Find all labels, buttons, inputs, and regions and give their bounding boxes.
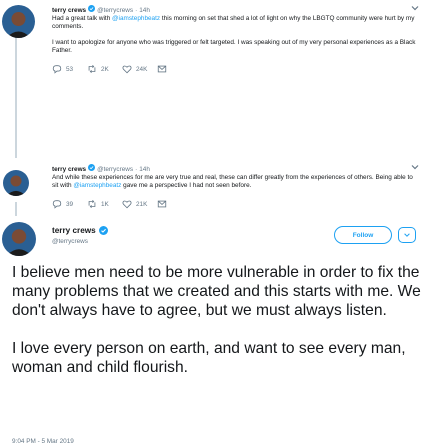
tweet-text: And while these experiences for me are v…	[52, 174, 420, 190]
tweet-author-name[interactable]: terry crews	[52, 166, 86, 173]
separator-dot: ·	[135, 166, 138, 173]
main-tweet-paragraph: I believe men need to be more vulnerable…	[12, 264, 421, 319]
avatar[interactable]	[2, 222, 36, 256]
chevron-down-icon[interactable]	[410, 3, 420, 13]
tweet-header: terry crews @terrycrews · 14h	[52, 164, 420, 173]
tweet-text-paragraph: I want to apologize for anyone who was t…	[52, 39, 416, 54]
tweet-time[interactable]: 14h	[139, 7, 150, 14]
main-tweet-paragraph: I love every person on earth, and want t…	[12, 340, 406, 376]
tweet-actions: 39 1K 21K	[52, 199, 420, 209]
reply-count: 39	[66, 200, 74, 208]
like-count: 21K	[136, 200, 148, 208]
tweet-2[interactable]: terry crews @terrycrews · 14h And while …	[52, 164, 420, 209]
avatar[interactable]	[2, 5, 35, 38]
tweet-author-handle[interactable]: @terrycrews	[97, 7, 133, 14]
mention-link[interactable]: @iamstephbeatz	[73, 182, 121, 189]
reply-count: 53	[66, 65, 74, 73]
thread-line	[15, 202, 17, 216]
main-tweet-timestamp[interactable]: 9:04 PM - 5 Mar 2019	[12, 438, 74, 445]
tweet-1[interactable]: terry crews @terrycrews · 14h Had a grea…	[52, 5, 420, 74]
tweet-time[interactable]: 14h	[139, 166, 150, 173]
tweet-text-part: Had a great talk with	[52, 15, 113, 22]
reply-button[interactable]: 53	[52, 64, 87, 74]
tweet-actions: 53 2K 24K	[52, 64, 420, 74]
tweet-text: Had a great talk with @iamstephbeatz thi…	[52, 15, 420, 55]
more-options-button[interactable]	[398, 227, 416, 243]
message-button[interactable]	[157, 64, 192, 74]
tweet-author-handle[interactable]: @terrycrews	[97, 166, 133, 173]
tweet-author-name[interactable]: terry crews	[52, 7, 86, 14]
message-button[interactable]	[157, 199, 192, 209]
verified-icon	[88, 164, 96, 171]
avatar[interactable]	[3, 170, 29, 196]
separator-dot: ·	[135, 7, 138, 14]
main-author-name[interactable]: terry crews	[52, 226, 96, 235]
like-button[interactable]: 24K	[122, 64, 157, 74]
mention-link[interactable]: @iamstephbeatz	[112, 15, 160, 22]
chevron-down-icon[interactable]	[410, 162, 420, 172]
main-tweet-text: I believe men need to be more vulnerable…	[12, 263, 422, 377]
thread-line	[15, 38, 17, 158]
reply-button[interactable]: 39	[52, 199, 87, 209]
retweet-count: 1K	[101, 200, 109, 208]
tweet-header: terry crews @terrycrews · 14h	[52, 5, 420, 14]
retweet-button[interactable]: 2K	[87, 64, 122, 74]
chevron-down-icon	[403, 231, 411, 239]
like-button[interactable]: 21K	[122, 199, 157, 209]
verified-icon	[88, 5, 96, 12]
retweet-button[interactable]: 1K	[87, 199, 122, 209]
retweet-count: 2K	[101, 65, 109, 73]
follow-button[interactable]: Follow	[334, 226, 392, 244]
tweet-text-part: gave me a perspective I had not seen bef…	[121, 182, 252, 189]
like-count: 24K	[136, 65, 148, 73]
main-tweet-header: terry crews @terrycrews Follow	[52, 226, 420, 254]
verified-icon	[98, 226, 108, 235]
